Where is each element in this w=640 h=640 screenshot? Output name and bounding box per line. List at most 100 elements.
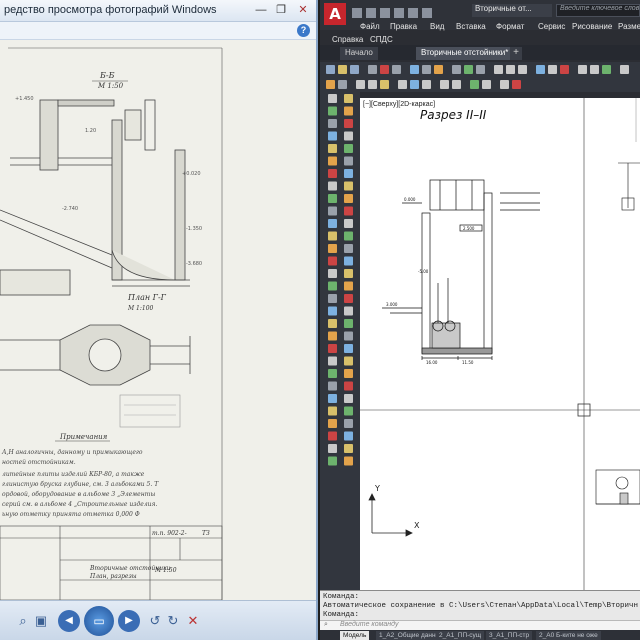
tool-icon[interactable] [350, 65, 359, 74]
tool-icon[interactable] [512, 80, 521, 89]
draw-tool-icon[interactable] [344, 169, 353, 178]
tool-icon[interactable] [356, 80, 365, 89]
command-input[interactable]: Введите команду [340, 621, 398, 628]
draw-tool-icon[interactable] [344, 344, 353, 353]
tool-icon[interactable] [440, 80, 449, 89]
draw-tool-icon[interactable] [344, 144, 353, 153]
tool-icon[interactable] [380, 80, 389, 89]
menu-draw[interactable]: Рисование [572, 22, 612, 31]
draw-tool-icon[interactable] [344, 294, 353, 303]
menu-dimensions[interactable]: Размеры [618, 22, 640, 31]
new-tab-button[interactable]: + [510, 47, 522, 60]
menu-format[interactable]: Формат [496, 22, 524, 31]
draw-tool-icon[interactable] [344, 106, 353, 116]
tool-icon[interactable] [506, 65, 515, 74]
menu-tools[interactable]: Сервис [538, 22, 565, 31]
draw-tool-icon[interactable] [344, 94, 353, 103]
tab-start[interactable]: Начало [340, 47, 378, 60]
draw-tool-icon[interactable] [328, 231, 337, 241]
tool-icon[interactable] [578, 65, 587, 74]
draw-tool-icon[interactable] [328, 281, 337, 291]
tool-icon[interactable] [410, 65, 419, 74]
restore-button[interactable]: ❐ [272, 3, 290, 18]
draw-tool-icon[interactable] [344, 256, 353, 266]
draw-tool-icon[interactable] [328, 369, 337, 378]
draw-tool-icon[interactable] [344, 369, 353, 378]
tool-icon[interactable] [482, 80, 491, 89]
drawing-canvas[interactable]: [−][Сверху][2D-каркас] Разрез II–II 16.0… [360, 98, 640, 590]
draw-tool-icon[interactable] [328, 206, 337, 216]
draw-tool-icon[interactable] [328, 194, 337, 203]
draw-tool-icon[interactable] [328, 119, 337, 128]
draw-tool-icon[interactable] [328, 169, 337, 178]
tool-icon[interactable] [422, 65, 431, 74]
tool-icon[interactable] [602, 65, 611, 74]
draw-tool-icon[interactable] [344, 331, 353, 341]
draw-tool-icon[interactable] [328, 294, 337, 303]
help-icon[interactable]: ? [297, 24, 310, 37]
tool-icon[interactable] [452, 65, 461, 74]
save-icon[interactable] [380, 8, 390, 18]
draw-tool-icon[interactable] [344, 244, 353, 253]
draw-tool-icon[interactable] [328, 394, 337, 403]
print-icon[interactable] [394, 8, 404, 18]
open-icon[interactable] [366, 8, 376, 18]
tool-icon[interactable] [410, 80, 419, 89]
tool-icon[interactable] [548, 65, 557, 74]
tool-icon[interactable] [560, 65, 569, 74]
draw-tool-icon[interactable] [328, 381, 337, 391]
search-input[interactable]: Введите ключевое слово [556, 4, 640, 17]
menu-view[interactable]: Вид [430, 22, 444, 31]
draw-tool-icon[interactable] [344, 356, 353, 366]
draw-tool-icon[interactable] [328, 244, 337, 253]
tool-icon[interactable] [494, 65, 503, 74]
rotate-right-icon[interactable]: ↻ [164, 612, 182, 630]
draw-tool-icon[interactable] [328, 431, 337, 441]
command-line[interactable]: ⌕ Введите команду [320, 620, 640, 630]
undo-icon[interactable] [408, 8, 418, 18]
tool-icon[interactable] [590, 65, 599, 74]
tool-icon[interactable] [536, 65, 545, 74]
tool-icon[interactable] [422, 80, 431, 89]
draw-tool-icon[interactable] [344, 131, 353, 141]
menu-edit[interactable]: Правка [390, 22, 417, 31]
tool-icon[interactable] [338, 65, 347, 74]
tool-icon[interactable] [392, 65, 401, 74]
draw-tool-icon[interactable] [344, 419, 353, 428]
rotate-left-icon[interactable]: ↺ [146, 612, 164, 630]
draw-tool-icon[interactable] [344, 281, 353, 291]
delete-icon[interactable]: ✕ [184, 612, 202, 630]
draw-tool-icon[interactable] [328, 219, 337, 228]
menu-insert[interactable]: Вставка [456, 22, 486, 31]
draw-tool-icon[interactable] [344, 119, 353, 128]
draw-tool-icon[interactable] [344, 231, 353, 241]
draw-tool-icon[interactable] [344, 431, 353, 441]
tool-icon[interactable] [476, 65, 485, 74]
close-button[interactable]: ✕ [294, 3, 312, 18]
draw-tool-icon[interactable] [344, 456, 353, 466]
tool-icon[interactable] [470, 80, 479, 89]
draw-tool-icon[interactable] [344, 156, 353, 166]
draw-tool-icon[interactable] [344, 206, 353, 216]
tool-icon[interactable] [368, 80, 377, 89]
tab-layout-3[interactable]: 3_А1_ПП-стр [486, 631, 533, 640]
draw-tool-icon[interactable] [344, 381, 353, 391]
draw-tool-icon[interactable] [328, 306, 337, 316]
tab-layout-4[interactable]: 2_А0 Б-ките не оже [536, 631, 601, 640]
redo-icon[interactable] [422, 8, 432, 18]
draw-tool-icon[interactable] [328, 456, 337, 466]
tool-icon[interactable] [518, 65, 527, 74]
tool-icon[interactable] [464, 65, 473, 74]
tab-active-drawing[interactable]: Вторичные отстойники* [416, 47, 514, 60]
draw-tool-icon[interactable] [328, 106, 337, 116]
menu-file[interactable]: Файл [360, 22, 380, 31]
draw-tool-icon[interactable] [328, 406, 337, 416]
draw-tool-icon[interactable] [344, 181, 353, 191]
zoom-icon[interactable]: ⌕ [14, 612, 32, 630]
vertical-tool-icons[interactable] [320, 90, 360, 590]
tool-icon[interactable] [326, 65, 335, 74]
draw-tool-icon[interactable] [344, 219, 353, 228]
draw-tool-icon[interactable] [344, 194, 353, 203]
minimize-button[interactable]: — [252, 3, 270, 18]
draw-tool-icon[interactable] [328, 356, 337, 366]
